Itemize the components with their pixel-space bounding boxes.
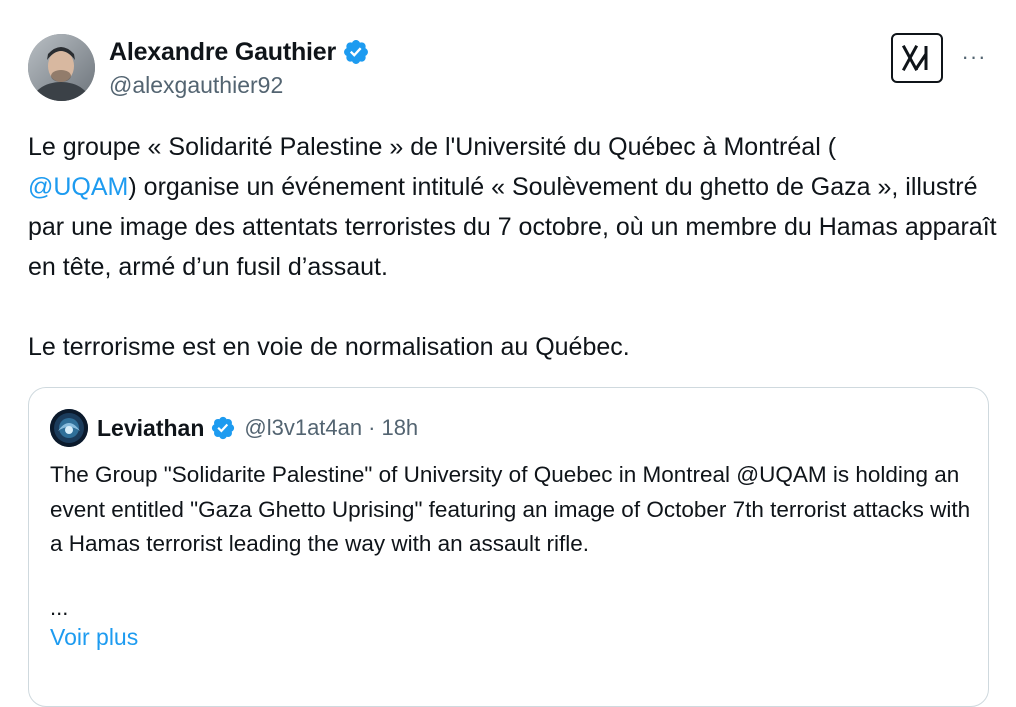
more-icon: ··· [961,44,987,69]
tweet-text-part3: Le terrorisme est en voie de normalisati… [28,333,630,361]
quote-text: The Group "Solidarite Palestine" of Univ… [50,462,971,556]
mention-link[interactable]: @UQAM [28,173,128,201]
quote-timestamp[interactable]: 18h [381,415,418,441]
author-avatar[interactable] [28,34,95,101]
quote-ellipsis: ... [50,595,69,620]
quote-author-name[interactable]: Leviathan [97,415,204,442]
quote-author-handle[interactable]: @l3v1at4an [244,415,362,441]
author-name[interactable]: Alexandre Gauthier [109,38,336,67]
tweet-text-part2: ) organise un événement intitulé « Soulè… [28,173,1004,281]
quote-avatar-image [50,409,88,447]
tweet-text: Le groupe « Solidarité Palestine » de l'… [28,127,998,367]
tweet-text-part1: Le groupe « Solidarité Palestine » de l'… [28,133,837,161]
more-options-button[interactable]: ··· [958,44,990,69]
quote-verified-badge-icon[interactable] [210,415,236,441]
grok-button[interactable] [891,33,943,83]
verified-badge-icon[interactable] [342,38,370,66]
grok-icon [901,44,928,72]
quote-separator: · [368,415,376,440]
quote-tweet-card[interactable]: Leviathan @l3v1at4an · 18h The Group "So… [28,387,989,707]
show-more-link[interactable]: Voir plus [50,624,138,651]
author-handle[interactable]: @alexgauthier92 [109,72,283,99]
quote-author-avatar[interactable] [50,409,88,447]
tweet: Alexandre Gauthier @alexgauthier92 ··· L… [0,0,1016,707]
avatar-image [28,34,95,101]
